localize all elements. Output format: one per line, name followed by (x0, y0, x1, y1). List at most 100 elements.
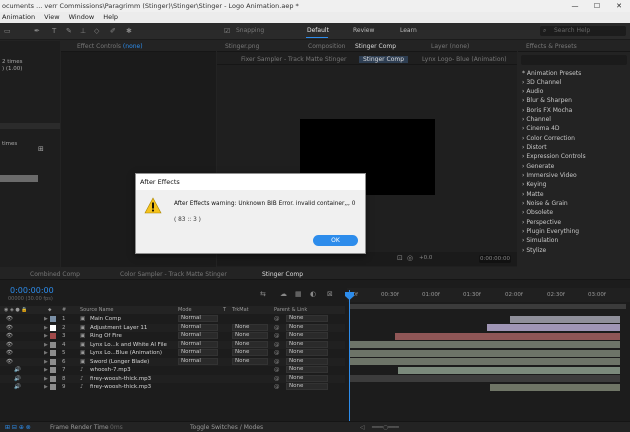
effects-category[interactable]: › Generate (522, 163, 554, 170)
expand-triangle-icon[interactable]: ▶ (44, 333, 48, 339)
expand-triangle-icon[interactable]: ▶ (44, 367, 48, 373)
tab-combined-comp[interactable]: Combined Comp (30, 271, 80, 278)
tab-layer[interactable]: Layer (none) (431, 43, 469, 50)
subtab-stinger-comp[interactable]: Stinger Comp (359, 56, 409, 63)
layer-row[interactable]: 🔊 ▶ 7 ♪ whoosh-7.mp3 @ None (0, 366, 345, 374)
effects-category[interactable]: › 3D Channel (522, 79, 561, 86)
visibility-eye-icon[interactable]: 👁 (6, 325, 13, 331)
visibility-eye-icon[interactable]: 👁 (6, 359, 13, 365)
effects-category[interactable]: › Channel (522, 116, 551, 123)
layer-name[interactable]: Main Comp (90, 316, 121, 322)
pick-whip-icon[interactable]: @ (274, 384, 280, 390)
layer-parent-dropdown[interactable]: None (286, 366, 328, 373)
timeline-current-time[interactable]: 0:00:00:00 (10, 286, 54, 295)
layer-name[interactable]: firey-woosh-thick.mp3 (90, 376, 151, 382)
layer-trkmat-dropdown[interactable]: None (232, 332, 268, 339)
effects-category[interactable]: › Color Correction (522, 135, 575, 142)
label-color-swatch[interactable] (50, 375, 56, 382)
layer-name[interactable]: Lynx Lo...Blue (Animation) (90, 350, 162, 356)
visibility-eye-icon[interactable]: 👁 (6, 342, 13, 348)
label-color-swatch[interactable] (50, 316, 56, 322)
effects-category[interactable]: * Animation Presets (522, 70, 581, 77)
exposure-value[interactable]: +0.0 (419, 255, 432, 261)
pick-whip-icon[interactable]: @ (274, 325, 280, 331)
camera-icon[interactable]: ◎ (407, 254, 413, 262)
layer-name[interactable]: firey-woosh-thick.mp3 (90, 384, 151, 390)
effects-category[interactable]: › Obsolete (522, 209, 553, 216)
layer-name[interactable]: Sword (Longer Blade) (90, 359, 149, 365)
label-color-swatch[interactable] (50, 324, 56, 331)
effects-category[interactable]: › Blur & Sharpen (522, 97, 572, 104)
layer-parent-dropdown[interactable]: None (286, 383, 328, 390)
layer-parent-dropdown[interactable]: None (286, 357, 328, 365)
layer-row[interactable]: 👁 ▶ 5 ▣ Lynx Lo...Blue (Animation) Normal None… (0, 349, 345, 357)
snapping-checkbox-icon[interactable]: ☑ (224, 27, 230, 35)
layer-duration-bar[interactable] (490, 383, 620, 391)
expand-triangle-icon[interactable]: ▶ (44, 384, 48, 390)
effects-category[interactable]: › Expression Controls (522, 153, 586, 160)
layer-row[interactable]: 👁 ▶ 1 ▣ Main Comp Normal @ None (0, 315, 345, 323)
effects-category[interactable]: › Stylize (522, 247, 546, 254)
layer-name[interactable]: Lynx Lo...k and White AI File (90, 342, 167, 348)
ok-button[interactable]: OK (313, 235, 358, 246)
layer-duration-bar[interactable] (350, 358, 620, 365)
effects-category[interactable]: › Cinema 4D (522, 125, 560, 132)
hierarchy-icon[interactable]: ⊞ (38, 145, 44, 153)
layer-duration-bar[interactable] (350, 349, 620, 357)
layer-row[interactable]: 🔊 ▶ 8 ♪ firey-woosh-thick.mp3 @ None (0, 374, 345, 383)
label-color-swatch[interactable] (50, 367, 56, 373)
workspace-default[interactable]: Default (307, 27, 329, 34)
layer-mode-dropdown[interactable]: Normal (178, 332, 218, 339)
maximize-button[interactable]: ☐ (586, 0, 608, 12)
pick-whip-icon[interactable]: @ (274, 342, 280, 348)
tab-stinger-comp-timeline[interactable]: Stinger Comp (262, 271, 303, 278)
tab-composition[interactable]: Composition (308, 43, 345, 50)
layer-trkmat-dropdown[interactable]: None (232, 323, 268, 331)
expand-triangle-icon[interactable]: ▶ (44, 350, 48, 356)
time-ruler[interactable]: 00f 00:30f 01:00f 01:30f 02:00f 02:30f 0… (347, 288, 630, 302)
pick-whip-icon[interactable]: @ (274, 333, 280, 339)
draft-3d-icon[interactable]: ☁ (280, 290, 287, 298)
menu-help[interactable]: Help (101, 12, 125, 23)
tab-color-sampler[interactable]: Color Sampler - Track Matte Stinger (120, 271, 227, 278)
layer-duration-bar[interactable] (398, 366, 620, 374)
layer-parent-dropdown[interactable]: None (286, 374, 328, 382)
subtab-lynx-logo[interactable]: Lynx Logo- Blue (Animation) (422, 56, 507, 63)
effects-category[interactable]: › Distort (522, 144, 547, 151)
effects-category[interactable]: › Plugin Everything (522, 228, 579, 235)
layer-duration-bar[interactable] (350, 375, 620, 382)
layer-parent-dropdown[interactable]: None (286, 323, 328, 331)
layer-duration-bar[interactable] (487, 324, 620, 331)
expand-triangle-icon[interactable]: ▶ (44, 325, 48, 331)
clone-stamp-tool-icon[interactable]: ⊥ (80, 27, 86, 35)
expand-triangle-icon[interactable]: ▶ (44, 359, 48, 365)
layer-parent-dropdown[interactable]: None (286, 340, 328, 348)
expand-triangle-icon[interactable]: ▶ (44, 376, 48, 382)
pick-whip-icon[interactable]: @ (274, 376, 280, 382)
layer-mode-dropdown[interactable]: Normal (178, 315, 218, 322)
layer-duration-bar[interactable] (395, 332, 620, 340)
layer-row[interactable]: 👁 ▶ 6 ▣ Sword (Longer Blade) Normal None @ None (0, 357, 345, 366)
layer-trkmat-dropdown[interactable]: None (232, 357, 268, 365)
layer-duration-bar[interactable] (350, 341, 620, 348)
audio-icon[interactable]: 🔊 (14, 367, 21, 373)
menu-view[interactable]: View (42, 12, 66, 23)
label-color-swatch[interactable] (50, 384, 56, 390)
expand-triangle-icon[interactable]: ▶ (44, 342, 48, 348)
effects-category[interactable]: › Boris FX Mocha (522, 107, 572, 114)
effects-category[interactable]: › Perspective (522, 219, 561, 226)
layer-mode-dropdown[interactable]: Normal (178, 340, 218, 348)
layer-trkmat-dropdown[interactable]: None (232, 340, 268, 348)
menu-animation[interactable]: Animation (0, 12, 42, 23)
zoom-out-icon[interactable]: ◁ (360, 424, 365, 431)
effects-category[interactable]: › Immersive Video (522, 172, 577, 179)
work-area-bar[interactable] (350, 304, 626, 309)
pick-whip-icon[interactable]: @ (274, 350, 280, 356)
effects-search-input[interactable] (521, 55, 627, 65)
pick-whip-icon[interactable]: @ (274, 359, 280, 365)
viewer-timecode[interactable]: 0:00:00:00 (479, 255, 511, 263)
effects-category[interactable]: › Audio (522, 88, 543, 95)
visibility-eye-icon[interactable]: 👁 (6, 316, 13, 322)
layer-duration-bar[interactable] (510, 315, 620, 323)
minimize-button[interactable]: — (564, 0, 586, 12)
